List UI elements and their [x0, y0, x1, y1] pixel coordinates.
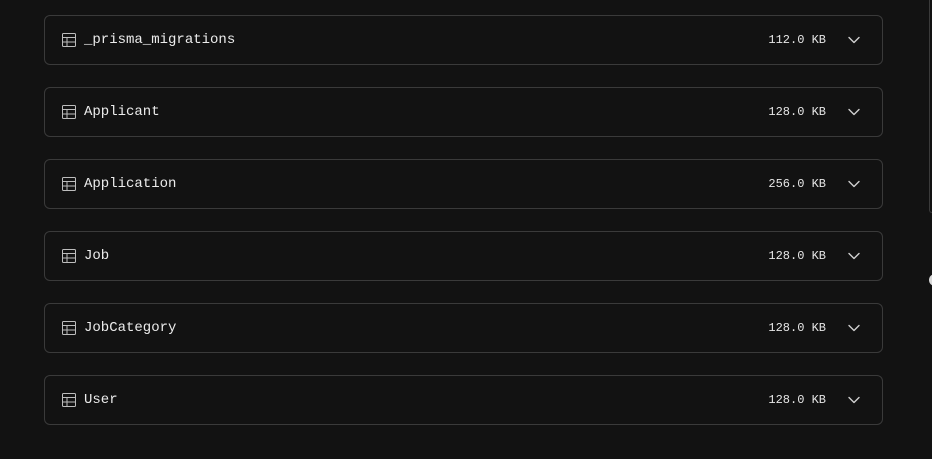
chevron-down-icon[interactable]	[846, 32, 862, 48]
table-size: 128.0 KB	[768, 249, 826, 263]
table-icon	[62, 33, 76, 47]
table-name: JobCategory	[84, 320, 177, 336]
table-name: Application	[84, 176, 177, 192]
table-size: 256.0 KB	[768, 177, 826, 191]
table-icon	[62, 393, 76, 407]
table-row-prisma-migrations[interactable]: _prisma_migrations 112.0 KB	[44, 15, 883, 65]
table-size: 128.0 KB	[768, 393, 826, 407]
table-list: _prisma_migrations 112.0 KB Applicant 12…	[44, 15, 883, 447]
table-name: _prisma_migrations	[84, 32, 236, 48]
table-size: 128.0 KB	[768, 321, 826, 335]
page: _prisma_migrations 112.0 KB Applicant 12…	[0, 0, 932, 459]
table-row-user[interactable]: User 128.0 KB	[44, 375, 883, 425]
table-icon	[62, 321, 76, 335]
table-row-jobcategory[interactable]: JobCategory 128.0 KB	[44, 303, 883, 353]
table-row-application[interactable]: Application 256.0 KB	[44, 159, 883, 209]
table-icon	[62, 249, 76, 263]
chevron-down-icon[interactable]	[846, 104, 862, 120]
table-name: User	[84, 392, 118, 408]
table-name: Applicant	[84, 104, 160, 120]
chevron-down-icon[interactable]	[846, 176, 862, 192]
table-row-applicant[interactable]: Applicant 128.0 KB	[44, 87, 883, 137]
table-icon	[62, 105, 76, 119]
table-size: 112.0 KB	[768, 33, 826, 47]
table-icon	[62, 177, 76, 191]
table-row-job[interactable]: Job 128.0 KB	[44, 231, 883, 281]
table-name: Job	[84, 248, 110, 264]
table-size: 128.0 KB	[768, 105, 826, 119]
chevron-down-icon[interactable]	[846, 320, 862, 336]
chevron-down-icon[interactable]	[846, 392, 862, 408]
chevron-down-icon[interactable]	[846, 248, 862, 264]
